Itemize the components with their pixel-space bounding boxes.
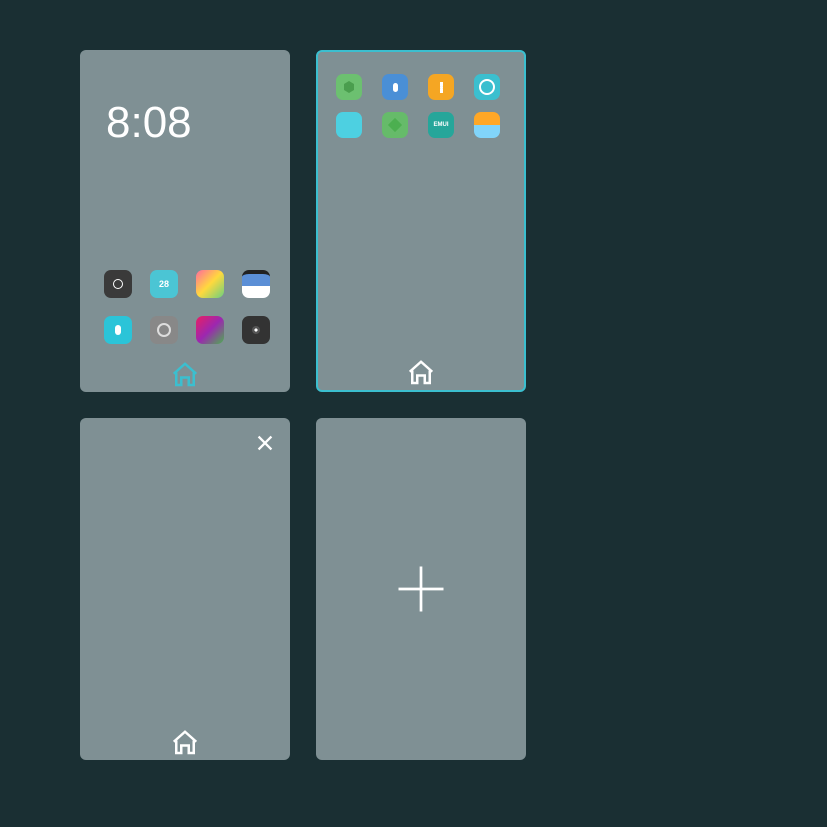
add-home-screen-button[interactable]	[316, 418, 526, 760]
camera-app-icon	[242, 316, 270, 344]
more-app-icon	[428, 74, 454, 100]
set-default-home-button[interactable]	[170, 360, 200, 390]
package-app-icon	[382, 112, 408, 138]
app-icon-grid: 28	[104, 270, 270, 344]
games-app-icon	[196, 270, 224, 298]
home-screen-preview-3[interactable]	[80, 418, 290, 760]
delete-screen-button[interactable]	[254, 432, 276, 454]
recorder-app-icon	[104, 316, 132, 344]
plus-icon	[394, 562, 448, 616]
clock-widget: 8:08	[106, 98, 192, 148]
themes-app-icon	[196, 316, 224, 344]
home-screen-preview-1[interactable]: 8:08 28	[80, 50, 290, 392]
set-default-home-button[interactable]	[170, 728, 200, 758]
emui-app-icon: EMUI	[428, 112, 454, 138]
clock-app-icon	[104, 270, 132, 298]
video-app-icon	[242, 270, 270, 298]
app-icon-grid: EMUI	[336, 74, 500, 138]
health-app-icon	[336, 112, 362, 138]
calendar-app-icon: 28	[150, 270, 178, 298]
security-app-icon	[336, 74, 362, 100]
settings-app-icon	[150, 316, 178, 344]
set-default-home-button[interactable]	[406, 358, 436, 388]
weather-app-icon	[474, 112, 500, 138]
driving-app-icon	[474, 74, 500, 100]
home-screen-preview-2[interactable]: EMUI	[316, 50, 526, 392]
voice-app-icon	[382, 74, 408, 100]
